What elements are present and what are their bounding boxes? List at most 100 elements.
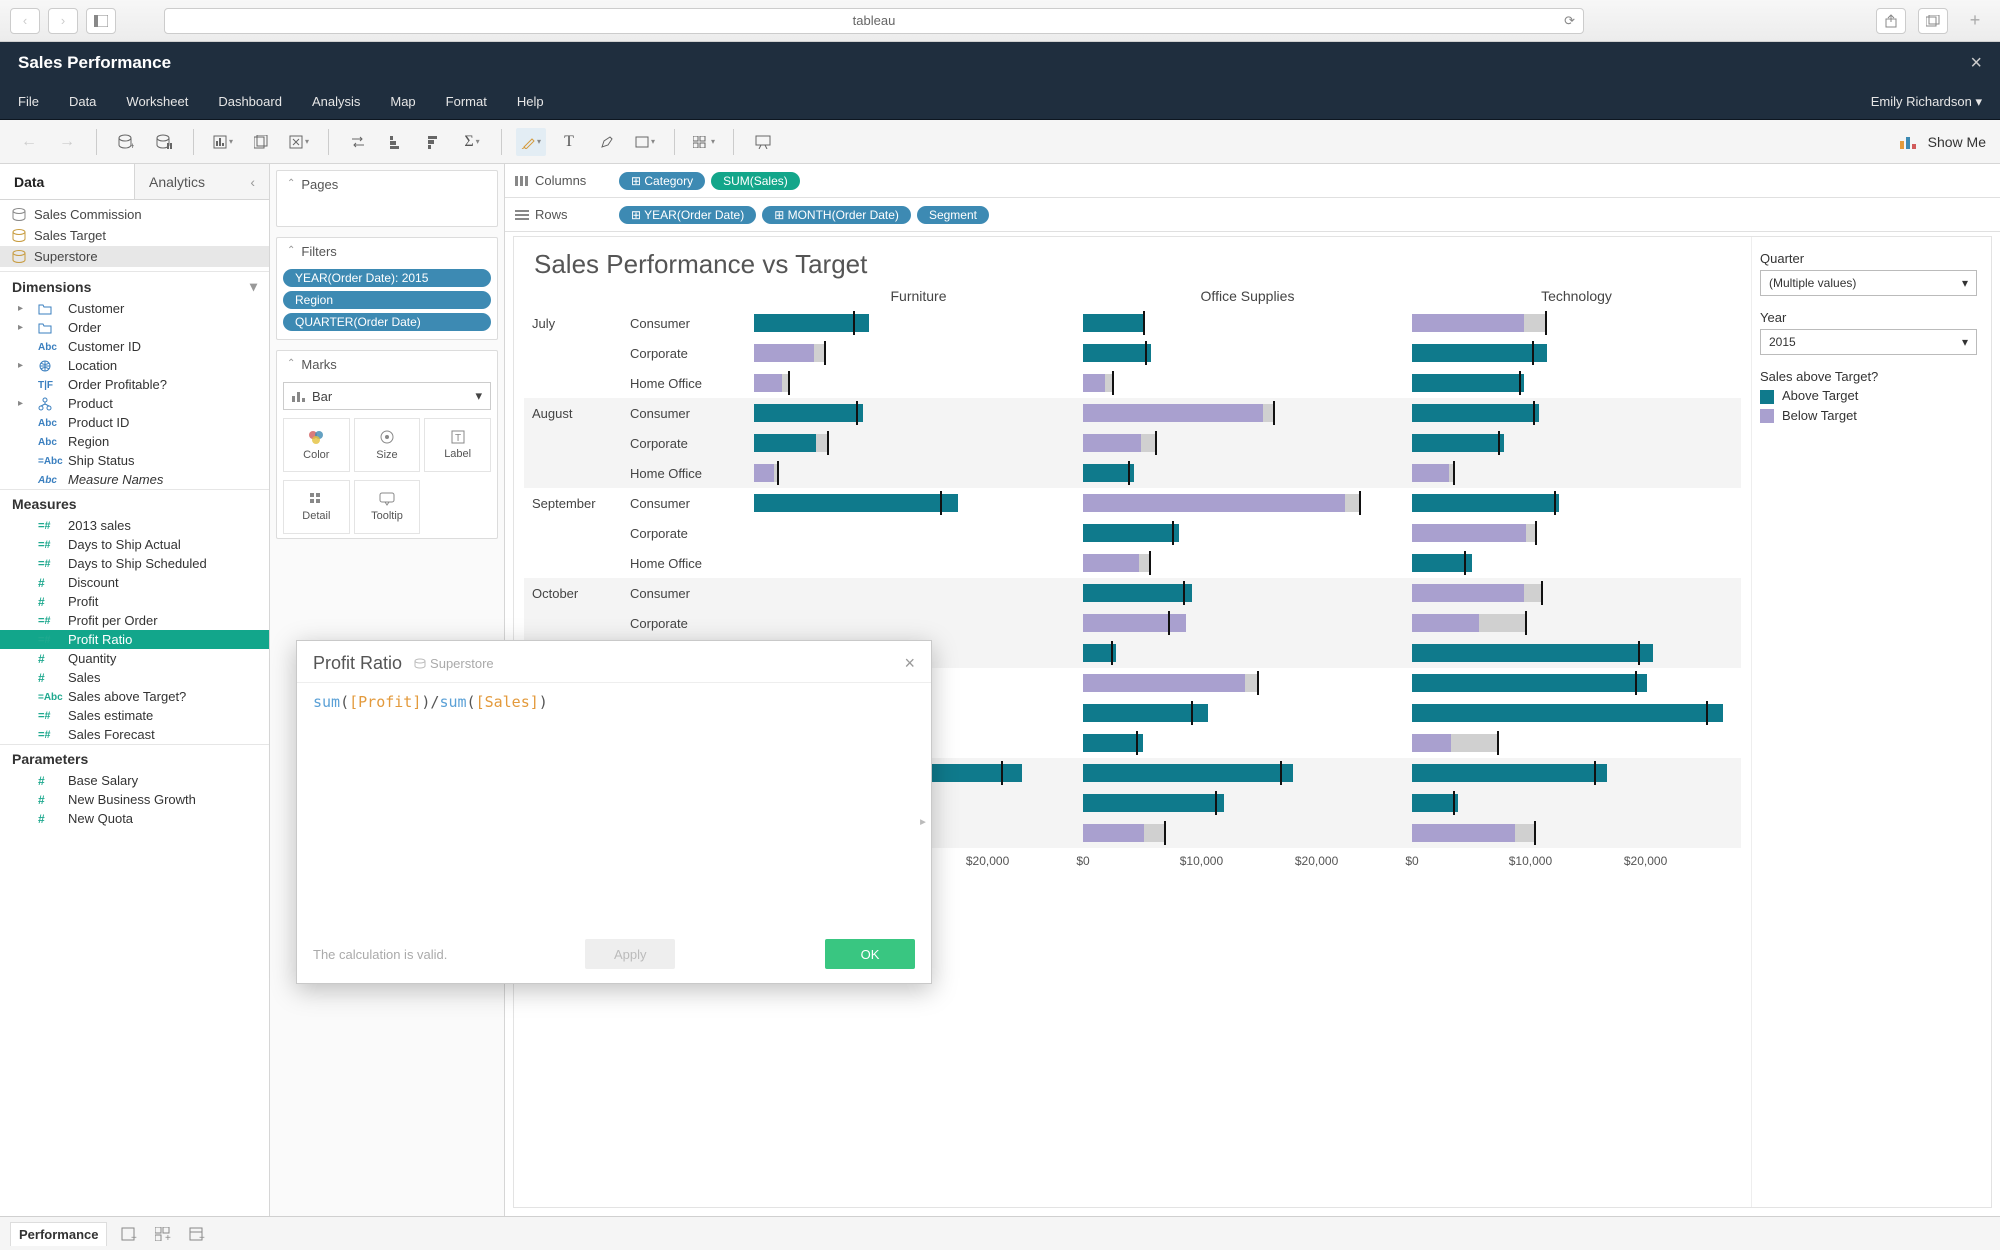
bar-cell[interactable] [1083,698,1412,728]
bar-cell[interactable] [1412,608,1741,638]
field-item[interactable]: #Discount [0,573,269,592]
bar-cell[interactable] [1083,548,1412,578]
bar-cell[interactable] [754,308,1083,338]
new-sheet-button[interactable]: + [117,1223,141,1245]
field-item[interactable]: #Sales [0,668,269,687]
year-filter-select[interactable]: 2015▾ [1760,329,1977,355]
field-item[interactable]: =#Days to Ship Actual [0,535,269,554]
fit-button[interactable] [630,128,660,156]
mark-type-select[interactable]: Bar ▾ [283,382,491,410]
sheet-tab[interactable]: Performance [10,1222,107,1246]
menu-format[interactable]: Format [446,94,487,109]
field-item[interactable]: #Profit [0,592,269,611]
bar-cell[interactable] [754,488,1083,518]
bar-cell[interactable] [1412,818,1741,848]
menu-map[interactable]: Map [390,94,415,109]
tab-data[interactable]: Data [0,164,134,199]
pages-shelf[interactable]: Pages [276,170,498,227]
bar-cell[interactable] [1412,308,1741,338]
show-me-button[interactable]: Show Me [1900,134,1986,150]
row-pill[interactable]: ⊞ YEAR(Order Date) [619,206,756,224]
new-datasource-button[interactable]: + [111,128,141,156]
bar-cell[interactable] [1412,458,1741,488]
legend-item[interactable]: Below Target [1760,408,1977,424]
url-bar[interactable]: tableau ⟳ [164,8,1584,34]
highlight-button[interactable] [516,128,546,156]
field-item[interactable]: =#2013 sales [0,516,269,535]
datasource-item[interactable]: Sales Target [0,225,269,246]
menu-data[interactable]: Data [69,94,96,109]
datasource-item[interactable]: Superstore [0,246,269,267]
nav-back-button[interactable]: ‹ [10,8,40,34]
bar-cell[interactable] [1083,368,1412,398]
menu-file[interactable]: File [18,94,39,109]
tabs-button[interactable] [1918,8,1948,34]
chevron-down-icon[interactable]: ▾ [250,278,257,295]
bar-cell[interactable] [1083,788,1412,818]
close-workbook-button[interactable]: × [1970,52,1982,75]
filter-pill[interactable]: YEAR(Order Date): 2015 [283,269,491,287]
bar-cell[interactable] [1412,428,1741,458]
row-pill[interactable]: ⊞ MONTH(Order Date) [762,206,911,224]
totals-button[interactable]: Σ [457,128,487,156]
redo-button[interactable]: → [52,128,82,156]
bar-cell[interactable] [1083,428,1412,458]
quarter-filter-select[interactable]: (Multiple values)▾ [1760,270,1977,296]
menu-analysis[interactable]: Analysis [312,94,360,109]
mark-size[interactable]: Size [354,418,421,472]
bar-cell[interactable] [1412,728,1741,758]
calc-close-button[interactable]: × [904,653,915,674]
field-item[interactable]: ▸Customer [0,299,269,318]
bar-cell[interactable] [1083,338,1412,368]
field-item[interactable]: AbcProduct ID [0,413,269,432]
legend-item[interactable]: Above Target [1760,388,1977,404]
field-item[interactable]: T|FOrder Profitable? [0,375,269,394]
filter-pill[interactable]: QUARTER(Order Date) [283,313,491,331]
calc-formula-editor[interactable]: sum([Profit])/sum([Sales]) ▸ [297,683,931,929]
filters-shelf[interactable]: Filters YEAR(Order Date): 2015 Region QU… [276,237,498,340]
bar-cell[interactable] [1083,518,1412,548]
field-item[interactable]: #New Quota [0,809,269,828]
bar-cell[interactable] [1412,638,1741,668]
bar-cell[interactable] [754,338,1083,368]
column-pill[interactable]: SUM(Sales) [711,172,800,190]
bar-cell[interactable] [754,368,1083,398]
bar-cell[interactable] [1412,578,1741,608]
expand-caret-icon[interactable]: ▸ [18,398,28,409]
mark-detail[interactable]: Detail [283,480,350,534]
calc-ok-button[interactable]: OK [825,939,915,969]
new-story-button[interactable]: + [185,1223,209,1245]
field-item[interactable]: =AbcSales above Target? [0,687,269,706]
reload-icon[interactable]: ⟳ [1564,13,1575,29]
field-item[interactable]: AbcMeasure Names [0,470,269,489]
bar-cell[interactable] [1083,668,1412,698]
calculation-editor[interactable]: Profit Ratio Superstore × sum([Profit])/… [296,640,932,984]
bar-cell[interactable] [1412,668,1741,698]
pause-updates-button[interactable] [149,128,179,156]
bar-cell[interactable] [1412,788,1741,818]
user-menu[interactable]: Emily Richardson ▾ [1871,94,1982,110]
field-item[interactable]: ▸Order [0,318,269,337]
mark-label[interactable]: TLabel [424,418,491,472]
bar-cell[interactable] [1083,728,1412,758]
bar-cell[interactable] [1083,758,1412,788]
bar-cell[interactable] [1412,368,1741,398]
expand-caret-icon[interactable]: ▸ [18,360,28,371]
duplicate-button[interactable] [246,128,276,156]
sort-desc-button[interactable] [419,128,449,156]
field-item[interactable]: =AbcShip Status [0,451,269,470]
field-item[interactable]: =#Days to Ship Scheduled [0,554,269,573]
cards-button[interactable] [689,128,719,156]
clear-button[interactable] [284,128,314,156]
nav-forward-button[interactable]: › [48,8,78,34]
field-item[interactable]: =#Sales estimate [0,706,269,725]
menu-worksheet[interactable]: Worksheet [126,94,188,109]
field-item[interactable]: #Quantity [0,649,269,668]
calc-title[interactable]: Profit Ratio [313,653,402,674]
field-item[interactable]: AbcRegion [0,432,269,451]
filter-pill[interactable]: Region [283,291,491,309]
annotate-button[interactable] [592,128,622,156]
menu-dashboard[interactable]: Dashboard [218,94,282,109]
field-item[interactable]: ▸Location [0,356,269,375]
bar-cell[interactable] [1412,518,1741,548]
